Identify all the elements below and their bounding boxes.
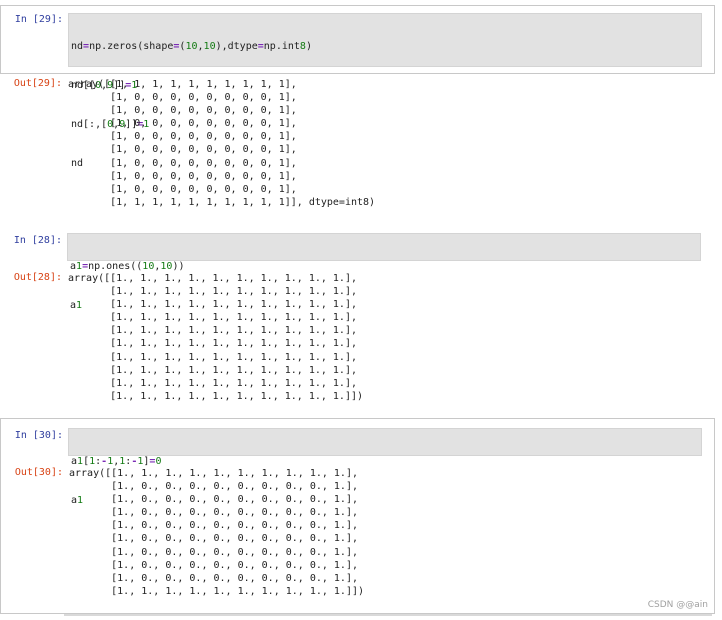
output-prompt: Out[28]:: [13, 272, 62, 283]
input-prompt: In [30]:: [14, 430, 63, 441]
input-prompt: In [28]:: [13, 235, 62, 246]
code-editor[interactable]: a1[1:-1,1:-1]=0 a1: [68, 428, 702, 506]
notebook-cell-30[interactable]: In [30]: a1[1:-1,1:-1]=0 a1 Out[30]: arr…: [0, 418, 715, 614]
code-editor[interactable]: nd=np.zeros(shape=(10,10),dtype=np.int8)…: [68, 13, 702, 169]
code-line: nd=np.zeros(shape=(10,10),dtype=np.int8): [71, 41, 312, 52]
output-prompt: Out[29]:: [13, 78, 62, 89]
notebook-cell-28[interactable]: In [28]: a1=np.ones((10,10)) a1: [0, 228, 713, 311]
watermark: CSDN @@ain: [647, 600, 708, 610]
notebook-cell-29[interactable]: In [29]: nd=np.zeros(shape=(10,10),dtype…: [0, 5, 715, 169]
cell-output: array([[1., 1., 1., 1., 1., 1., 1., 1., …: [69, 468, 365, 597]
cell-output: array([[1, 1, 1, 1, 1, 1, 1, 1, 1, 1], […: [68, 79, 376, 208]
code-editor[interactable]: a1=np.ones((10,10)) a1: [67, 233, 701, 311]
output-prompt: Out[30]:: [14, 467, 63, 478]
next-cell-edge: [64, 614, 712, 616]
cell-output: array([[1., 1., 1., 1., 1., 1., 1., 1., …: [68, 273, 364, 402]
input-prompt: In [29]:: [14, 14, 63, 25]
